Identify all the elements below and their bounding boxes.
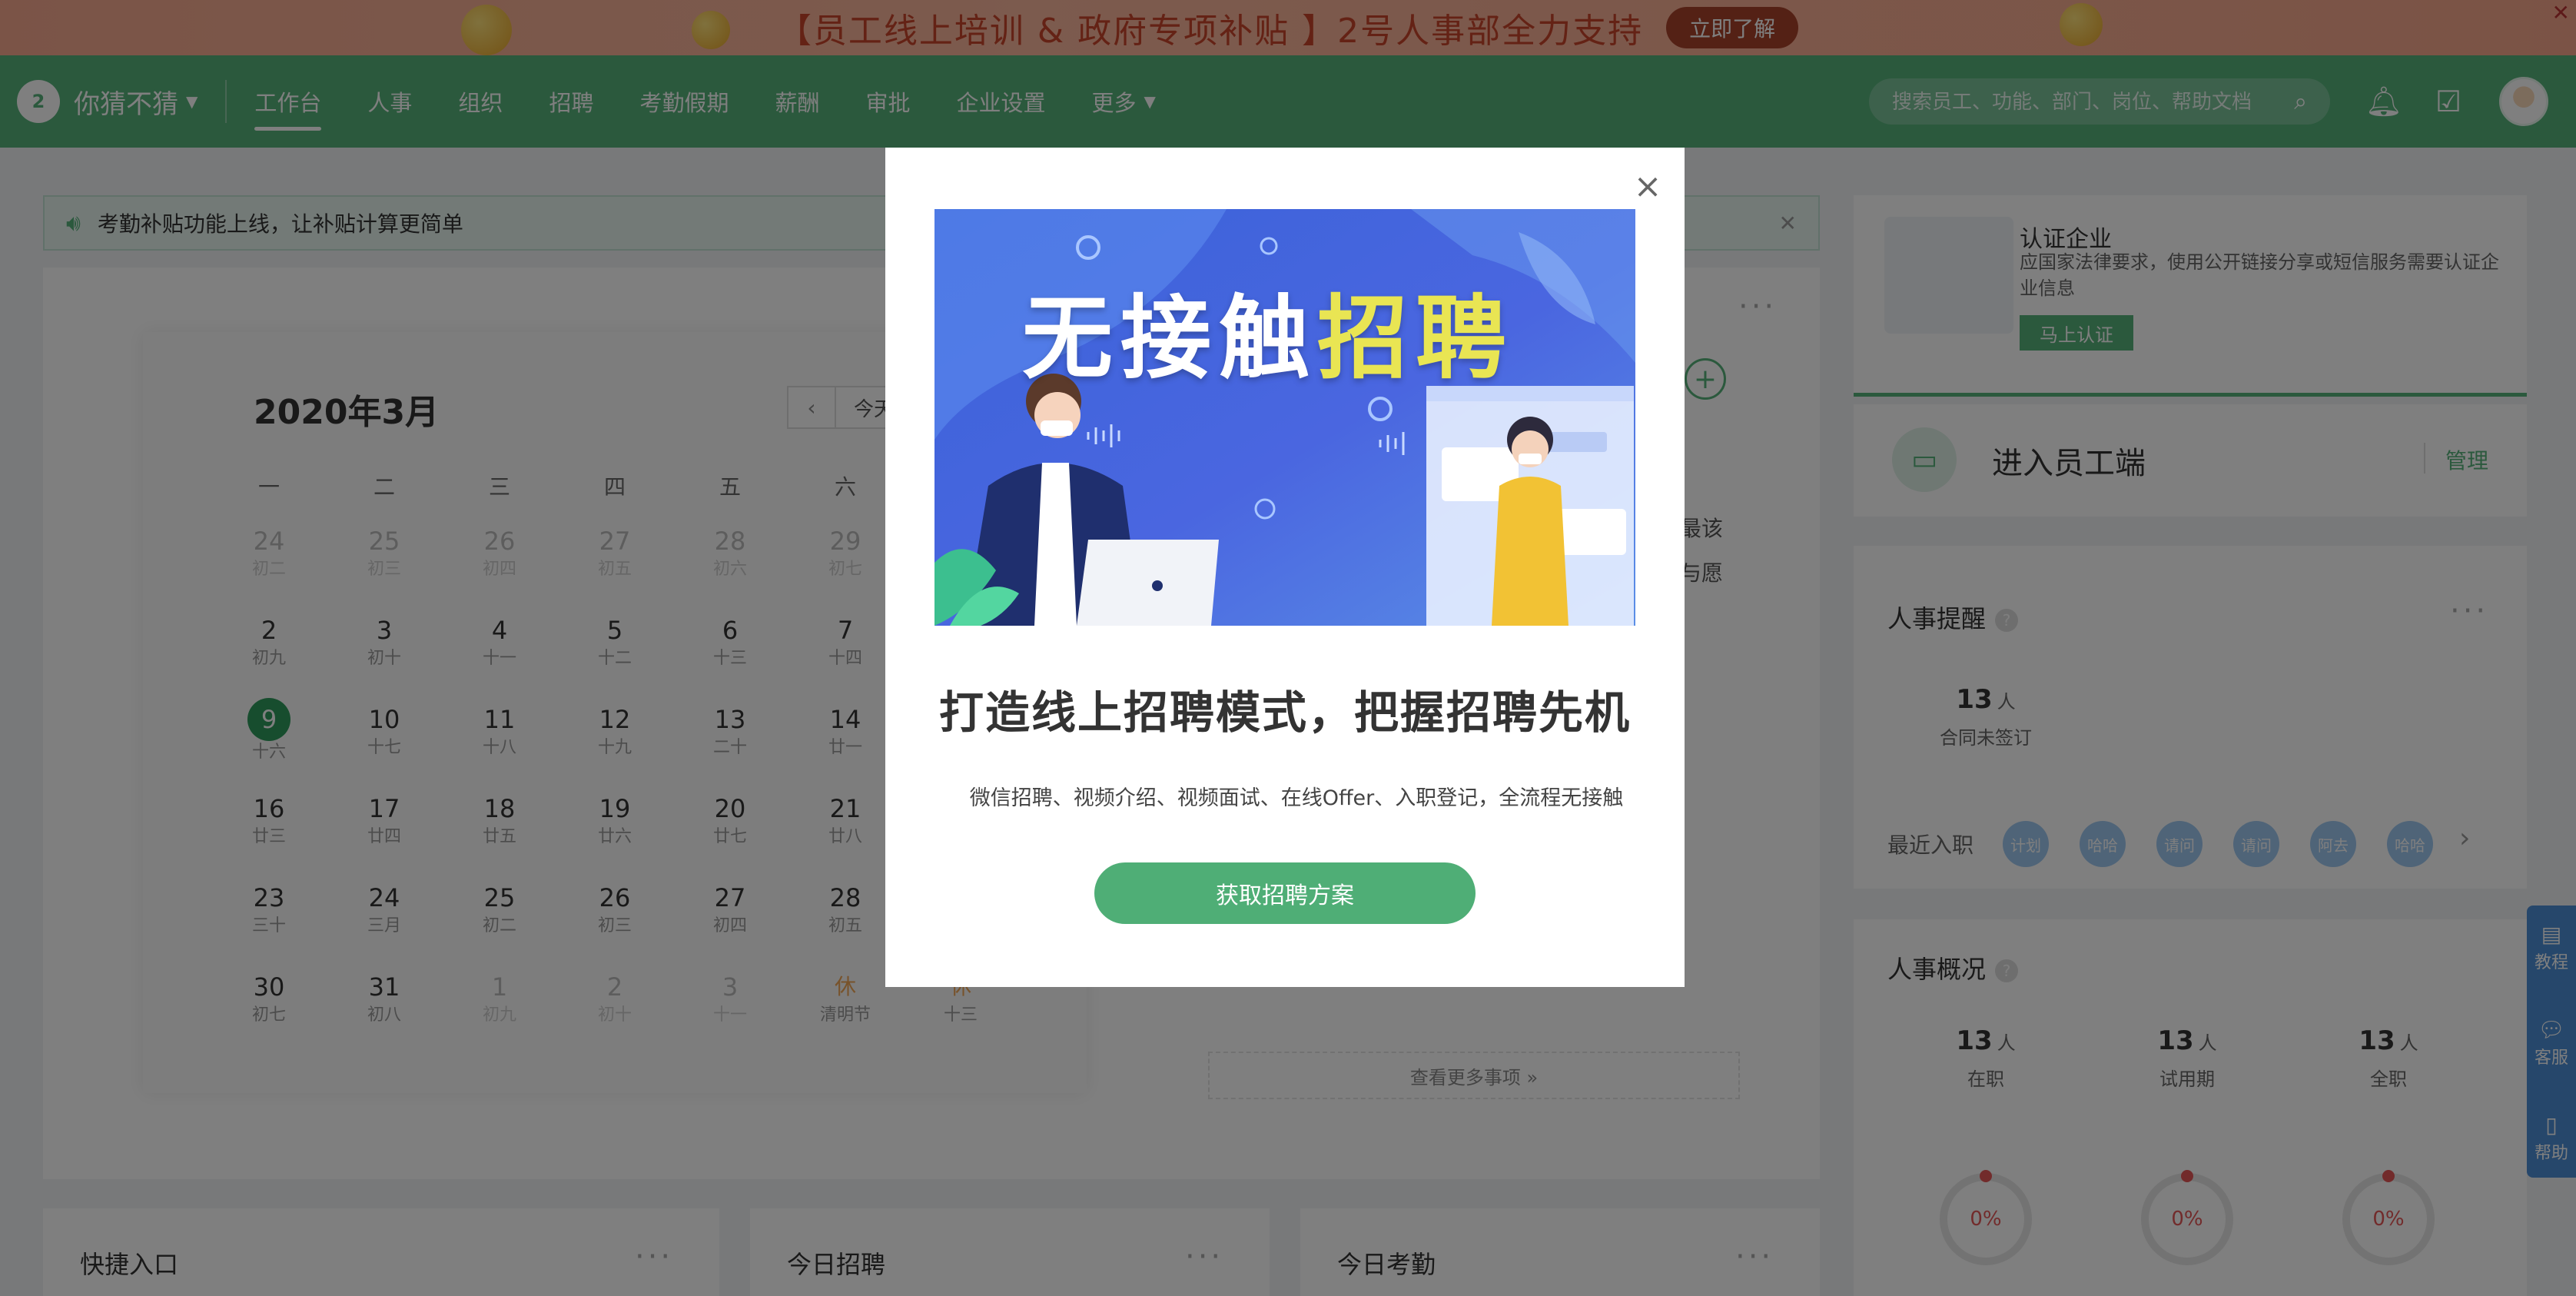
hero-title-part: 无接触 xyxy=(1022,285,1318,391)
hero-title: 无接触招聘 xyxy=(1022,264,1514,396)
hero-title-highlight: 招聘 xyxy=(1317,285,1515,391)
modal-heading: 打造线上招聘模式，把握招聘先机 xyxy=(938,686,1631,739)
modal-subtitle: 微信招聘、视频介绍、视频面试、在线Offer、入职登记，全流程无接触 xyxy=(969,786,1624,810)
close-icon[interactable]: × xyxy=(1626,164,1669,208)
get-recruit-plan-button[interactable]: 获取招聘方案 xyxy=(1094,862,1476,924)
